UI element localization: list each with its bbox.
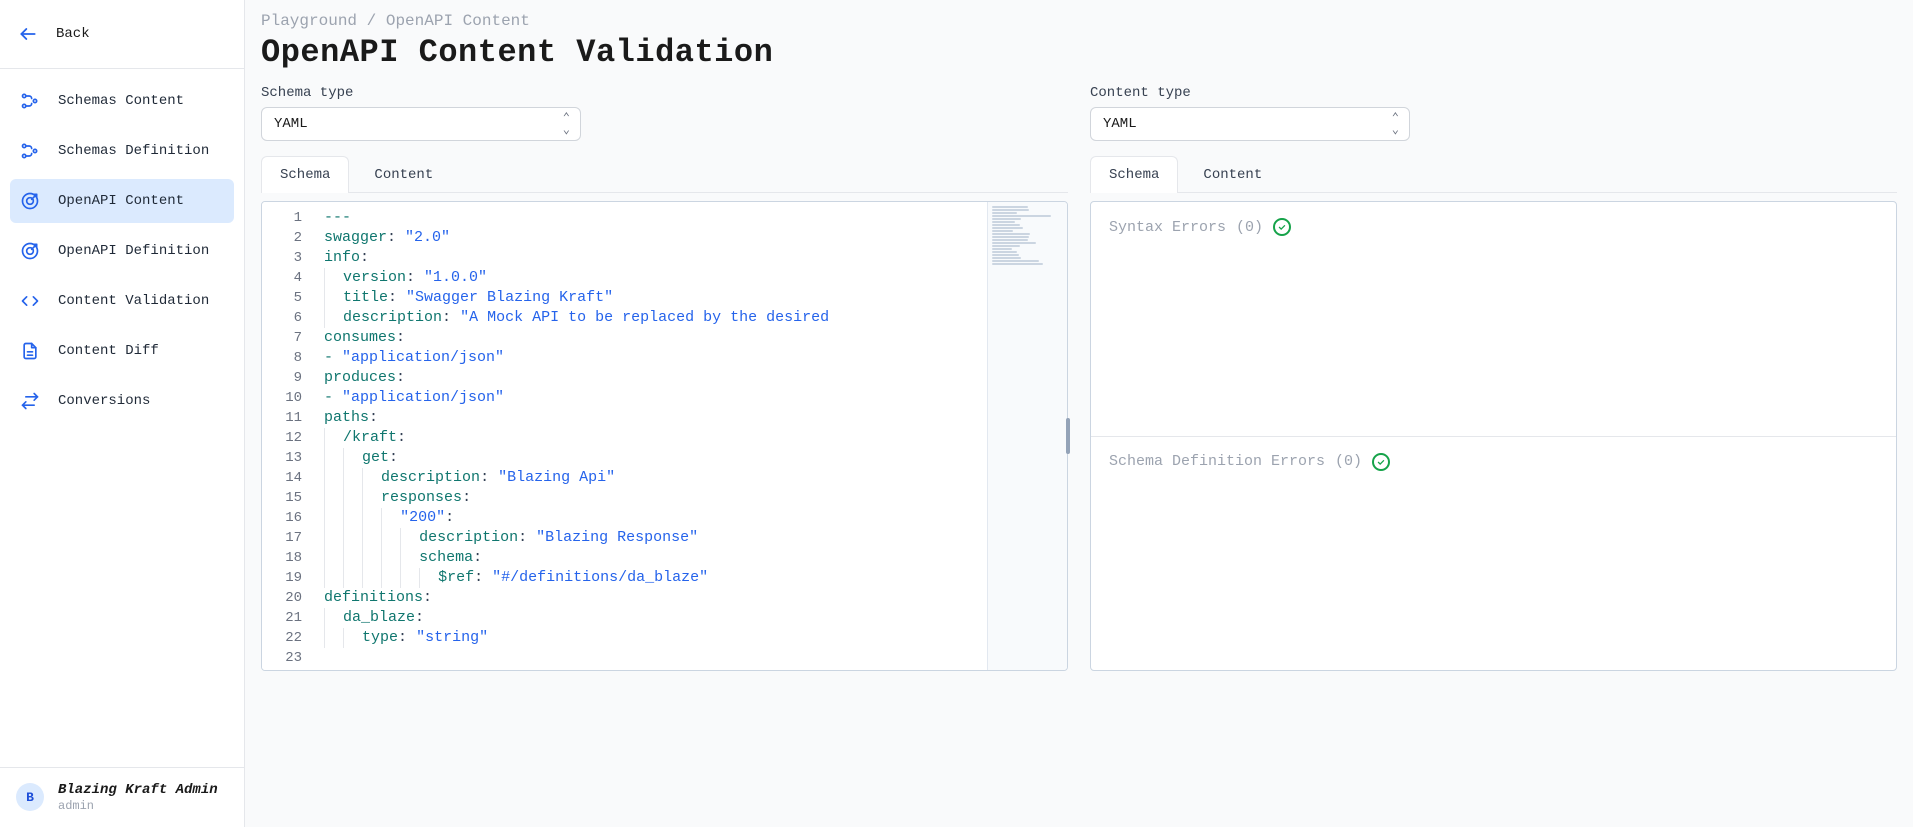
sidebar-item-label: Content Diff <box>58 343 159 359</box>
sidebar-item-label: Schemas Definition <box>58 143 209 159</box>
editor-code[interactable]: ---swagger: "2.0"info: version: "1.0.0" … <box>310 202 987 670</box>
chevron-updown-icon: ⌃⌄ <box>563 112 570 136</box>
editor-gutter: 1234567891011121314151617181920212223 <box>262 202 310 670</box>
sidebar-item-conversions[interactable]: Conversions <box>10 379 234 423</box>
user-name: Blazing Kraft Admin <box>58 782 218 799</box>
schema-type-select[interactable]: YAML ⌃⌄ <box>261 107 581 141</box>
schema-icon <box>20 91 40 111</box>
code-editor[interactable]: 1234567891011121314151617181920212223 --… <box>261 201 1068 671</box>
error-count: (0) <box>1335 453 1362 470</box>
target-icon <box>20 191 40 211</box>
sidebar-item-content-validation[interactable]: Content Validation <box>10 279 234 323</box>
left-tabs: SchemaContent <box>261 155 1068 193</box>
check-circle-icon <box>1372 453 1390 471</box>
back-label: Back <box>56 26 90 42</box>
tab-schema[interactable]: Schema <box>1090 156 1178 193</box>
content-type-select[interactable]: YAML ⌃⌄ <box>1090 107 1410 141</box>
content-pane: Content type YAML ⌃⌄ SchemaContent Synta… <box>1090 85 1897 671</box>
tab-content[interactable]: Content <box>1184 156 1281 193</box>
user-role: admin <box>58 799 218 813</box>
tab-schema[interactable]: Schema <box>261 156 349 193</box>
user-block: Blazing Kraft Admin admin <box>58 782 218 813</box>
sidebar-nav: Schemas Content Schemas Definition OpenAPI… <box>0 69 244 767</box>
sidebar-footer: B Blazing Kraft Admin admin <box>0 767 244 827</box>
sidebar-item-openapi-definition[interactable]: OpenAPI Definition <box>10 229 234 273</box>
doc-icon <box>20 341 40 361</box>
error-section-schema-definition-errors: Schema Definition Errors (0) <box>1091 436 1896 671</box>
page-title: OpenAPI Content Validation <box>261 34 1897 71</box>
sidebar-item-label: OpenAPI Content <box>58 193 184 209</box>
back-button[interactable]: Back <box>10 14 234 54</box>
error-heading: Schema Definition Errors (0) <box>1109 453 1878 471</box>
avatar[interactable]: B <box>16 783 44 811</box>
schema-icon <box>20 141 40 161</box>
pane-resize-handle[interactable] <box>1066 418 1070 454</box>
sidebar-item-label: Conversions <box>58 393 150 409</box>
content-type-label: Content type <box>1090 85 1897 101</box>
right-tabs: SchemaContent <box>1090 155 1897 193</box>
main: Playground / OpenAPI Content OpenAPI Con… <box>245 0 1913 827</box>
sidebar-item-content-diff[interactable]: Content Diff <box>10 329 234 373</box>
content-type-value: YAML <box>1091 108 1409 140</box>
target-icon <box>20 241 40 261</box>
panes: Schema type YAML ⌃⌄ SchemaContent 123456… <box>261 85 1897 671</box>
error-count: (0) <box>1236 219 1263 236</box>
sidebar: Back Schemas Content Schemas Definition Op… <box>0 0 245 827</box>
check-circle-icon <box>1273 218 1291 236</box>
sidebar-item-schemas-definition[interactable]: Schemas Definition <box>10 129 234 173</box>
tab-content[interactable]: Content <box>355 156 452 193</box>
breadcrumb-parent[interactable]: Playground <box>261 12 357 30</box>
schema-type-label: Schema type <box>261 85 1068 101</box>
error-heading: Syntax Errors (0) <box>1109 218 1878 236</box>
breadcrumb-sep: / <box>367 12 377 30</box>
editor-minimap[interactable] <box>987 202 1067 670</box>
breadcrumb: Playground / OpenAPI Content <box>261 12 1897 30</box>
sidebar-item-label: Schemas Content <box>58 93 184 109</box>
schema-type-value: YAML <box>262 108 580 140</box>
sidebar-item-openapi-content[interactable]: OpenAPI Content <box>10 179 234 223</box>
sidebar-top: Back <box>0 0 244 69</box>
chevron-updown-icon: ⌃⌄ <box>1392 112 1399 136</box>
swap-icon <box>20 391 40 411</box>
schema-pane: Schema type YAML ⌃⌄ SchemaContent 123456… <box>261 85 1068 671</box>
error-section-syntax-errors: Syntax Errors (0) <box>1091 202 1896 436</box>
breadcrumb-current: OpenAPI Content <box>386 12 530 30</box>
sidebar-item-label: Content Validation <box>58 293 209 309</box>
sidebar-item-schemas-content[interactable]: Schemas Content <box>10 79 234 123</box>
arrow-left-icon <box>18 24 38 44</box>
code-icon <box>20 291 40 311</box>
error-title: Syntax Errors <box>1109 219 1226 236</box>
error-title: Schema Definition Errors <box>1109 453 1325 470</box>
errors-panel: Syntax Errors (0)Schema Definition Error… <box>1090 201 1897 671</box>
sidebar-item-label: OpenAPI Definition <box>58 243 209 259</box>
